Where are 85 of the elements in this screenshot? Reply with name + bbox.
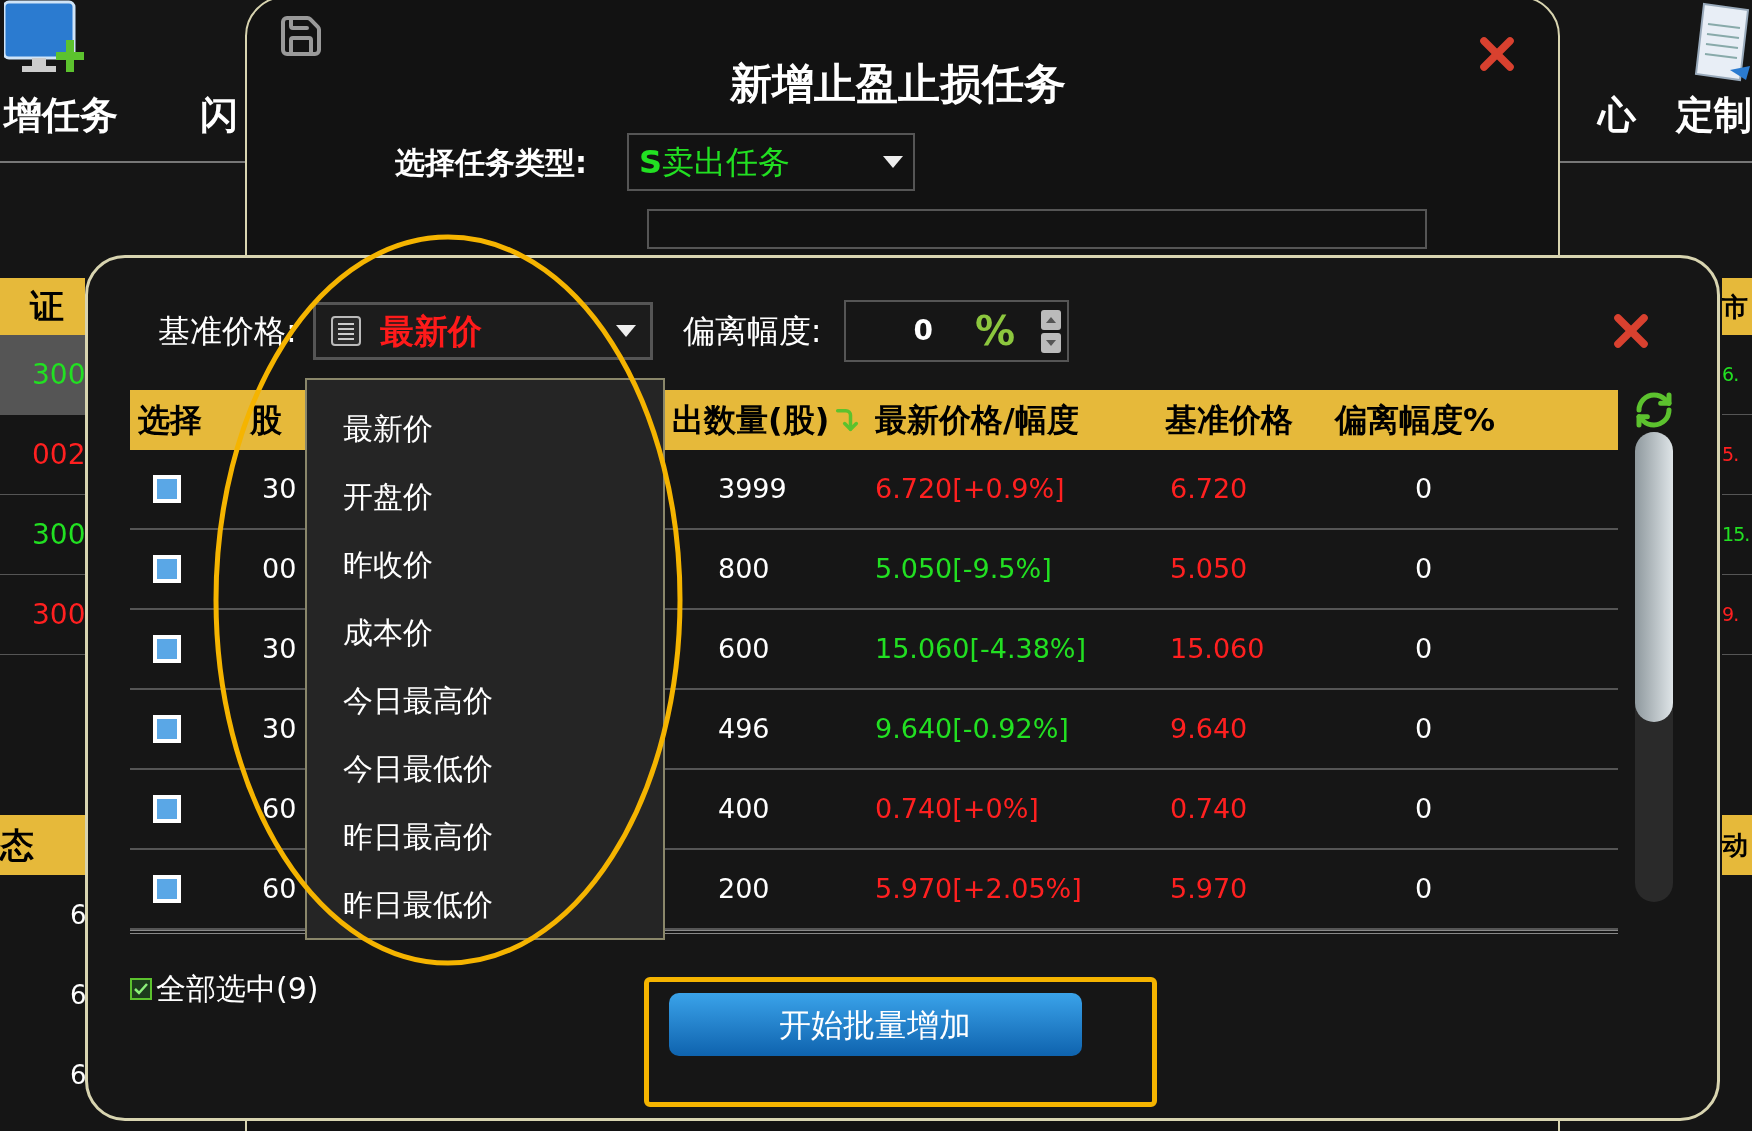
row-checkbox[interactable] <box>153 475 181 503</box>
base-price-cell: 6.720 <box>1170 472 1248 504</box>
stock-code: 30 <box>262 712 297 744</box>
stock-code: 00 <box>262 552 297 584</box>
price-cell: 5.050[-9.5%] <box>875 552 1052 584</box>
row-checkbox[interactable] <box>153 715 181 743</box>
row-checkbox[interactable] <box>153 555 181 583</box>
table-header: 动 <box>1722 815 1752 875</box>
stock-code: 300 <box>32 516 86 553</box>
toolbar-label[interactable]: 闪 <box>200 96 238 134</box>
base-price-cell: 15.060 <box>1170 632 1265 664</box>
base-price-cell: 5.970 <box>1170 872 1248 904</box>
quantity-cell: 600 <box>718 632 770 664</box>
deviation-cell: 0 <box>1415 792 1433 824</box>
deviation-cell: 0 <box>1415 472 1433 504</box>
column-header: 偏离幅度% <box>1335 400 1496 441</box>
table-cell-text: 6 <box>70 898 87 932</box>
table-cell-text: 6 <box>70 1058 87 1092</box>
dropdown-option[interactable]: 昨日最高价 <box>343 813 493 859</box>
price-cell: 6.720[+0.9%] <box>875 472 1065 504</box>
start-batch-add-button[interactable]: 开始批量增加 <box>668 993 1082 1056</box>
price-cell: 5.970[+2.05%] <box>875 872 1082 904</box>
dropdown-option[interactable]: 成本价 <box>343 609 433 655</box>
base-price-cell: 5.050 <box>1170 552 1248 584</box>
column-header: 基准价格 <box>1165 400 1293 441</box>
toolbar-label[interactable]: 增任务 <box>4 96 118 134</box>
row-checkbox[interactable] <box>153 795 181 823</box>
dropdown-option[interactable]: 昨收价 <box>343 541 433 587</box>
list-icon <box>329 315 362 347</box>
price-cell: 0.740[+0%] <box>875 792 1039 824</box>
select-all-checkbox[interactable]: 全部选中(9) <box>130 966 319 1011</box>
stock-code: 30 <box>262 632 297 664</box>
column-header: 出数量(股) <box>672 400 830 441</box>
column-header: 最新价格/幅度 <box>875 400 1079 441</box>
table-row[interactable]: 300 <box>0 335 85 415</box>
dialog-title: 新增止盈止损任务 <box>730 58 1066 110</box>
deviation-cell: 0 <box>1415 632 1433 664</box>
row-checkbox[interactable] <box>153 875 181 903</box>
deviation-cell: 0 <box>1415 552 1433 584</box>
table-cell: 5. <box>1722 415 1752 495</box>
dropdown-option[interactable]: 开盘价 <box>343 473 433 519</box>
task-type-dropdown[interactable]: S卖出任务 <box>627 133 915 191</box>
stock-code: 300 <box>32 596 86 633</box>
refresh-icon[interactable] <box>1634 390 1674 430</box>
table-cell-text: 6 <box>70 978 87 1012</box>
stock-code: 60 <box>262 872 297 904</box>
field-label: 选择任务类型: <box>395 143 587 182</box>
dropdown-option[interactable]: 最新价 <box>343 405 433 451</box>
column-header: 选择 <box>138 400 202 441</box>
price-cell: 15.060[-4.38%] <box>875 632 1087 664</box>
quantity-cell: 800 <box>718 552 770 584</box>
table-header: 证 <box>0 278 85 335</box>
caret-icon <box>883 156 903 168</box>
scrollbar[interactable] <box>1635 432 1673 902</box>
toolbar-label[interactable]: 心 <box>1598 96 1636 134</box>
dropdown-option[interactable]: 今日最高价 <box>343 677 493 723</box>
caret-icon <box>615 325 636 337</box>
percent-unit: % <box>975 307 1016 356</box>
table-cell: 9. <box>1722 575 1752 655</box>
field-label: 偏离幅度: <box>682 311 822 352</box>
quantity-cell: 3999 <box>718 472 787 504</box>
column-header: 股 <box>250 400 282 441</box>
price-cell: 9.640[-0.92%] <box>875 712 1069 744</box>
table-cell: 6. <box>1722 335 1752 415</box>
deviation-cell: 0 <box>1415 712 1433 744</box>
toolbar-label[interactable]: 定制 <box>1676 96 1752 134</box>
dropdown-option[interactable]: 今日最低价 <box>343 745 493 791</box>
deviation-field[interactable]: 0 % <box>843 300 1069 362</box>
table-header: 市 <box>1722 278 1752 335</box>
stock-code: 002 <box>32 436 86 473</box>
deviation-cell: 0 <box>1415 872 1433 904</box>
base-price-dropdown[interactable]: 最新价 <box>312 302 653 360</box>
spin-buttons[interactable] <box>1040 309 1061 353</box>
base-price-cell: 0.740 <box>1170 792 1248 824</box>
quantity-cell: 200 <box>718 872 770 904</box>
quantity-cell: 400 <box>718 792 770 824</box>
base-price-cell: 9.640 <box>1170 712 1248 744</box>
dropdown-option[interactable]: 昨日最低价 <box>343 881 493 927</box>
table-cell: 15. <box>1722 495 1752 575</box>
stock-code: 300 <box>32 356 86 393</box>
account-dropdown[interactable] <box>647 209 1427 249</box>
row-checkbox[interactable] <box>153 635 181 663</box>
quantity-cell: 496 <box>718 712 770 744</box>
stock-code: 60 <box>262 792 297 824</box>
stock-code: 30 <box>262 472 297 504</box>
